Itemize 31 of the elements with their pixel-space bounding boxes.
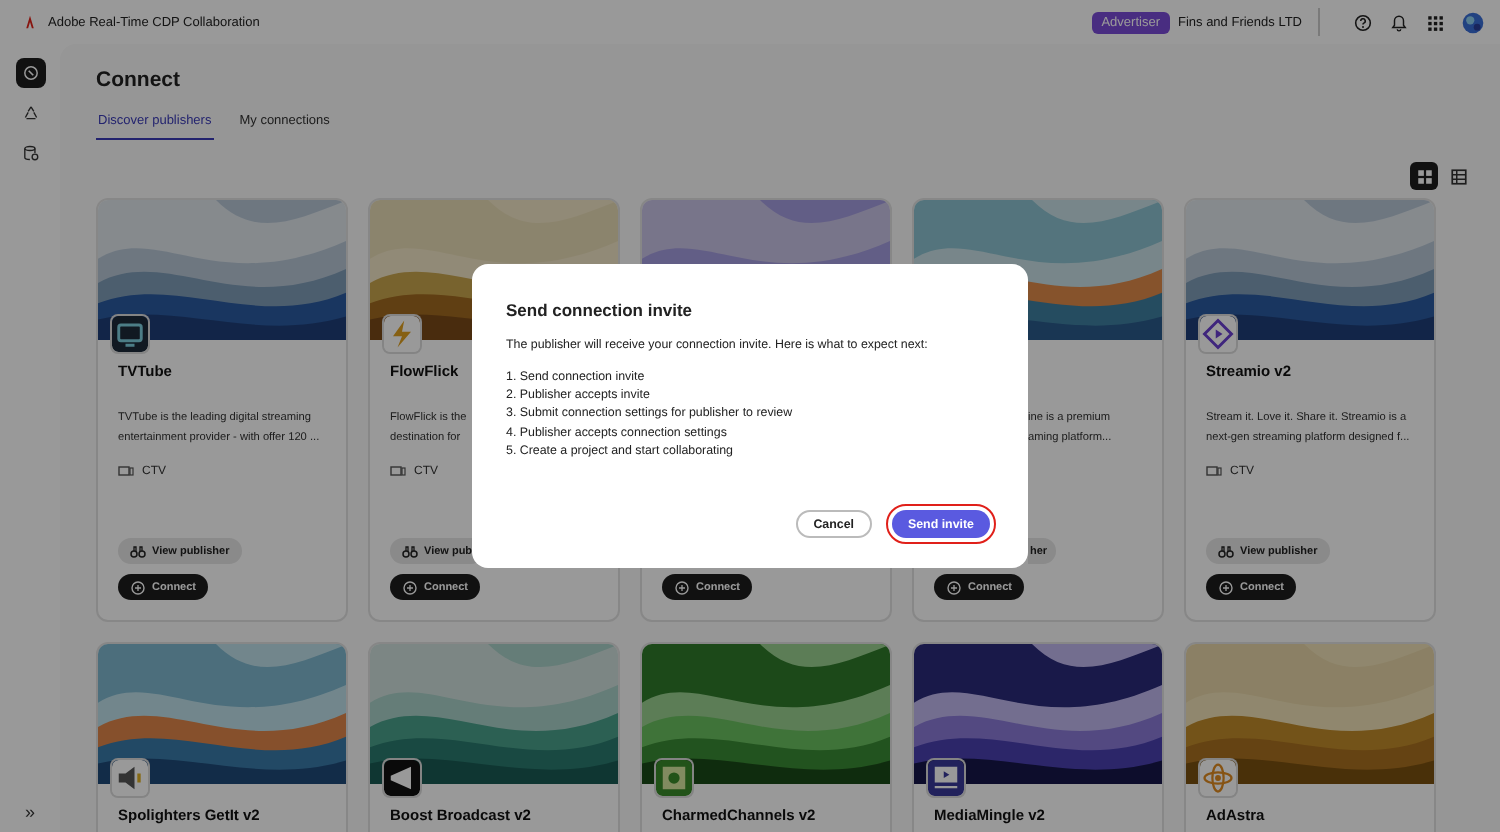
apps-icon (1426, 13, 1444, 31)
speaker-icon (112, 760, 148, 796)
tv-icon (390, 463, 406, 479)
table-icon (1449, 167, 1467, 185)
binoculars-icon (1218, 543, 1234, 559)
page-title: Connect (96, 68, 182, 96)
connect-icon (130, 579, 146, 595)
connect-icon (946, 579, 962, 595)
tv-icon (112, 316, 148, 352)
connect-icon (402, 579, 418, 595)
avatar-icon (1462, 11, 1484, 33)
logo-icon (20, 12, 40, 32)
video-icon (928, 760, 964, 796)
compass-icon (21, 64, 39, 82)
grid-icon (1415, 167, 1433, 185)
connect-icon (674, 579, 690, 595)
view-mode-button[interactable] (1410, 162, 1438, 190)
database-icon (21, 144, 39, 162)
help-icon (1354, 13, 1372, 31)
binoculars-icon (402, 543, 418, 559)
expand-button[interactable]: » (15, 796, 45, 826)
atom-icon (1200, 760, 1236, 796)
bolt-icon (384, 316, 420, 352)
bell-icon (1390, 13, 1408, 31)
nav-button[interactable] (15, 58, 45, 88)
dialog-title: Send connection invite (506, 300, 695, 320)
tv-icon (1206, 463, 1222, 479)
connect-icon (1218, 579, 1234, 595)
binoculars-icon (130, 543, 146, 559)
play-icon (1200, 316, 1236, 352)
tv-icon (118, 463, 134, 479)
